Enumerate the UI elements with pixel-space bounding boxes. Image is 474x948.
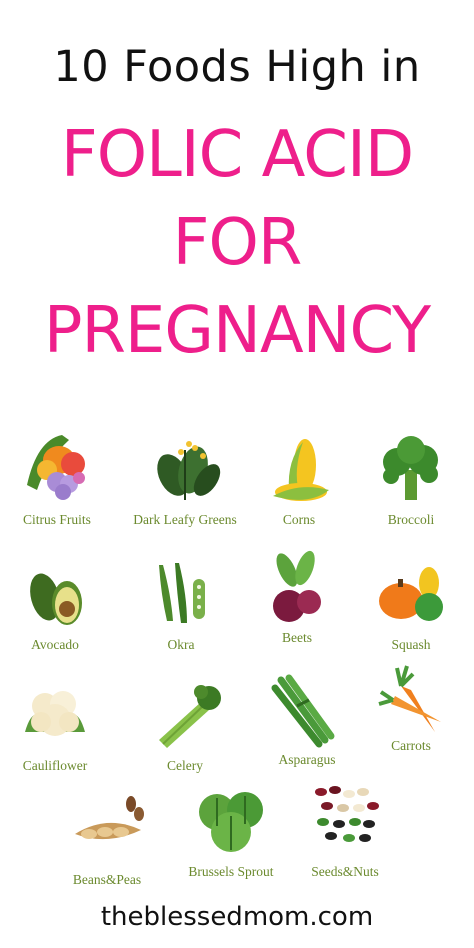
food-label: Beets	[282, 630, 312, 645]
title-line-2: FOR	[172, 206, 303, 280]
avocado-icon	[30, 573, 82, 625]
broccoli-icon	[383, 436, 438, 500]
okra-icon	[159, 563, 205, 623]
brussels-sprout-icon	[199, 792, 263, 852]
food-broccoli: Broccoli	[346, 430, 474, 550]
food-avocado: Avocado	[0, 555, 120, 675]
food-label: Carrots	[391, 738, 431, 753]
subtitle: 10 Foods High in	[53, 42, 421, 92]
food-dark-leafy-greens: Dark Leafy Greens	[120, 430, 250, 550]
food-corns: Corns	[234, 430, 364, 550]
corn-icon	[273, 439, 329, 501]
food-label: Broccoli	[387, 512, 435, 527]
food-beets: Beets	[232, 548, 362, 668]
food-celery: Celery	[120, 676, 250, 796]
food-label: Cauliflower	[22, 758, 88, 773]
food-carrots: Carrots	[346, 656, 474, 776]
leafy-greens-icon	[157, 441, 221, 500]
squash-icon	[379, 567, 443, 621]
food-beans-peas: Beans&Peas	[42, 790, 172, 910]
celery-icon	[159, 685, 221, 748]
food-label: Celery	[167, 758, 203, 773]
food-citrus-fruits: Citrus Fruits	[0, 430, 122, 550]
food-label: Avocado	[31, 637, 79, 652]
food-label: Beans&Peas	[72, 872, 142, 887]
beans-peas-icon	[75, 796, 144, 840]
footer-site: theblessedmom.com	[100, 902, 374, 932]
food-cauliflower: Cauliflower	[0, 676, 120, 796]
beets-icon	[273, 550, 321, 622]
food-okra: Okra	[116, 555, 246, 675]
food-brussels-sprout: Brussels Sprout	[166, 782, 296, 902]
food-label: Brussels Sprout	[188, 864, 274, 879]
citrus-fruits-icon	[27, 435, 85, 500]
title-line-1: FOLIC ACID	[60, 118, 414, 192]
food-label: Dark Leafy Greens	[133, 512, 237, 527]
food-label: Okra	[167, 637, 195, 652]
cauliflower-icon	[25, 691, 85, 736]
asparagus-icon	[271, 674, 335, 748]
title-line-3: PREGNANCY	[43, 294, 431, 368]
carrots-icon	[378, 665, 441, 732]
food-label: Corns	[282, 512, 316, 527]
seeds-nuts-icon	[315, 786, 379, 842]
food-label: Citrus Fruits	[23, 512, 91, 527]
food-label: Squash	[391, 637, 431, 652]
food-seeds-nuts: Seeds&Nuts	[280, 782, 410, 902]
food-label: Seeds&Nuts	[311, 864, 379, 879]
